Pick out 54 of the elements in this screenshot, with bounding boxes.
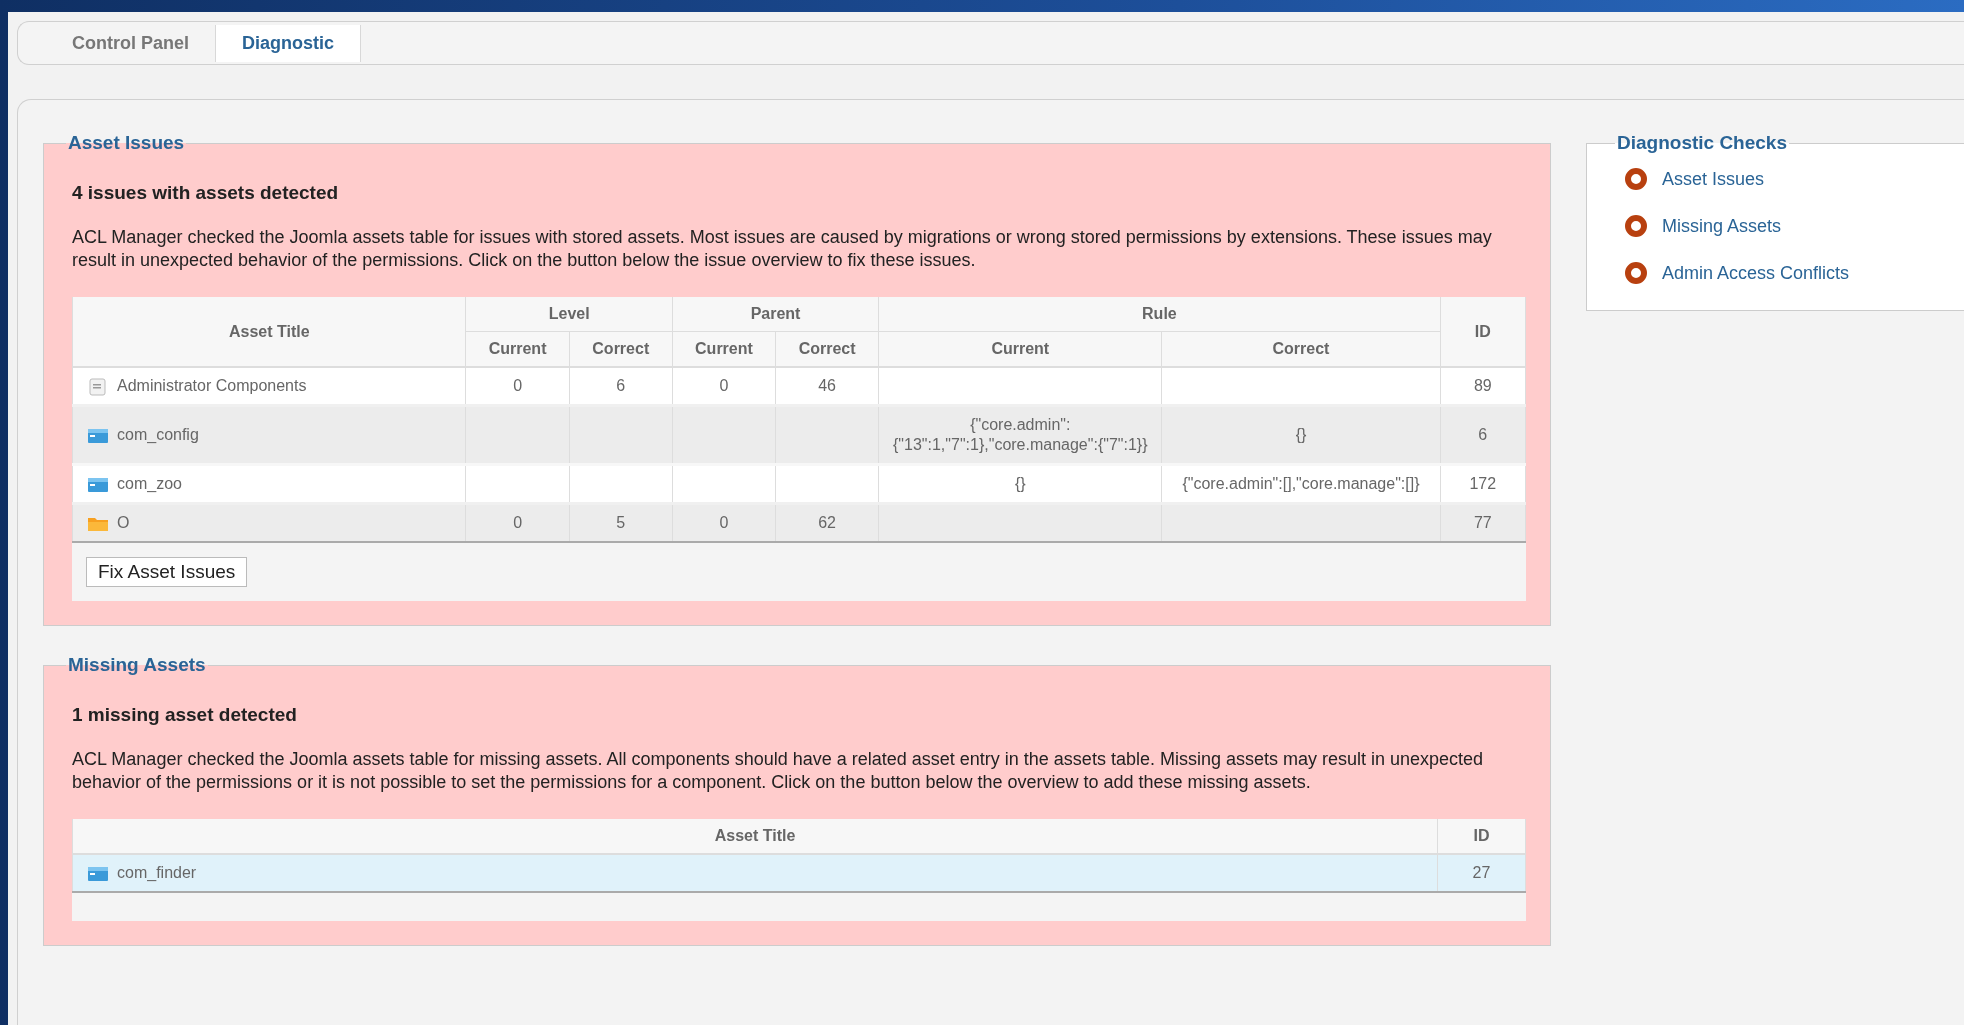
table-cell: {"core.admin":[],"core.manage":[]} bbox=[1161, 464, 1441, 504]
table-cell: 0 bbox=[466, 503, 570, 542]
column-header: Rule bbox=[878, 297, 1441, 332]
sidebar-title: Diagnostic Checks bbox=[1616, 132, 1788, 154]
column-header: Correct bbox=[569, 331, 673, 367]
asset-title: O bbox=[117, 514, 130, 531]
section-heading: 1 missing asset detected bbox=[72, 704, 298, 726]
table-cell: 77 bbox=[1440, 503, 1526, 542]
ring-icon bbox=[1625, 168, 1647, 190]
section-title: Missing Assets bbox=[67, 654, 207, 676]
asset-title: Administrator Components bbox=[117, 377, 307, 394]
table-cell: {"core.admin":{"13":1,"7":1},"core.manage":{"7":1}} bbox=[878, 405, 1162, 465]
ring-icon bbox=[1625, 262, 1647, 284]
table-cell: 62 bbox=[775, 503, 879, 542]
table-cell: 89 bbox=[1440, 367, 1526, 406]
column-header: ID bbox=[1437, 819, 1526, 854]
table-cell: {} bbox=[1161, 405, 1441, 465]
asset-title: com_finder bbox=[117, 864, 197, 881]
column-header: Asset Title bbox=[72, 297, 466, 367]
table-cell: 0 bbox=[672, 367, 776, 406]
table-cell: 0 bbox=[466, 367, 570, 406]
section-heading: 4 issues with assets detected bbox=[72, 182, 340, 204]
window-icon bbox=[87, 475, 109, 494]
table-cell: 6 bbox=[569, 367, 673, 406]
sidebar-link[interactable]: Admin Access Conflicts bbox=[1662, 262, 1850, 284]
table-cell: 5 bbox=[569, 503, 673, 542]
window-icon bbox=[87, 426, 109, 445]
section-title: Asset Issues bbox=[67, 132, 186, 154]
table-cell: {} bbox=[878, 464, 1162, 504]
table-cell: 172 bbox=[1440, 464, 1526, 504]
asset-title: com_zoo bbox=[117, 475, 182, 492]
column-header: Asset Title bbox=[72, 819, 1438, 854]
asset-title: com_config bbox=[117, 426, 199, 443]
sidebar-link[interactable]: Asset Issues bbox=[1662, 168, 1765, 190]
column-header: Parent bbox=[672, 297, 879, 332]
column-header: ID bbox=[1440, 297, 1526, 367]
column-header: Current bbox=[878, 331, 1162, 367]
table-cell: 6 bbox=[1440, 405, 1526, 465]
column-header: Current bbox=[466, 331, 570, 367]
window-icon bbox=[87, 864, 109, 883]
fix-button[interactable]: Fix Asset Issues bbox=[86, 557, 248, 587]
table-cell: 46 bbox=[775, 367, 879, 406]
ring-icon bbox=[1625, 215, 1647, 237]
column-header: Current bbox=[672, 331, 776, 367]
column-header: Correct bbox=[775, 331, 879, 367]
description-text: ACL Manager checked the Joomla assets table for missing assets. All components should have a related asset entry in the assets table. Missing assets may result in unexpected behavior of the permissions or it is not possible to set the permissions for a component. Click on the button below the overview to add these missing assets. bbox=[72, 748, 1485, 794]
description-text: ACL Manager checked the Joomla assets table for issues with stored assets. Most issues are caused by migrations or wrong stored permissions by extensions. These issues may result in unexpected behavior of the permissions. Click on the button below the issue overview to fix these issues. bbox=[72, 226, 1493, 272]
table-cell: 27 bbox=[1437, 854, 1526, 892]
sidebar-link[interactable]: Missing Assets bbox=[1662, 215, 1782, 237]
tab[interactable]: Diagnostic bbox=[216, 24, 362, 62]
column-header: Level bbox=[466, 297, 673, 332]
document-icon bbox=[87, 377, 109, 396]
table-cell: 0 bbox=[672, 503, 776, 542]
column-header: Correct bbox=[1161, 331, 1441, 367]
